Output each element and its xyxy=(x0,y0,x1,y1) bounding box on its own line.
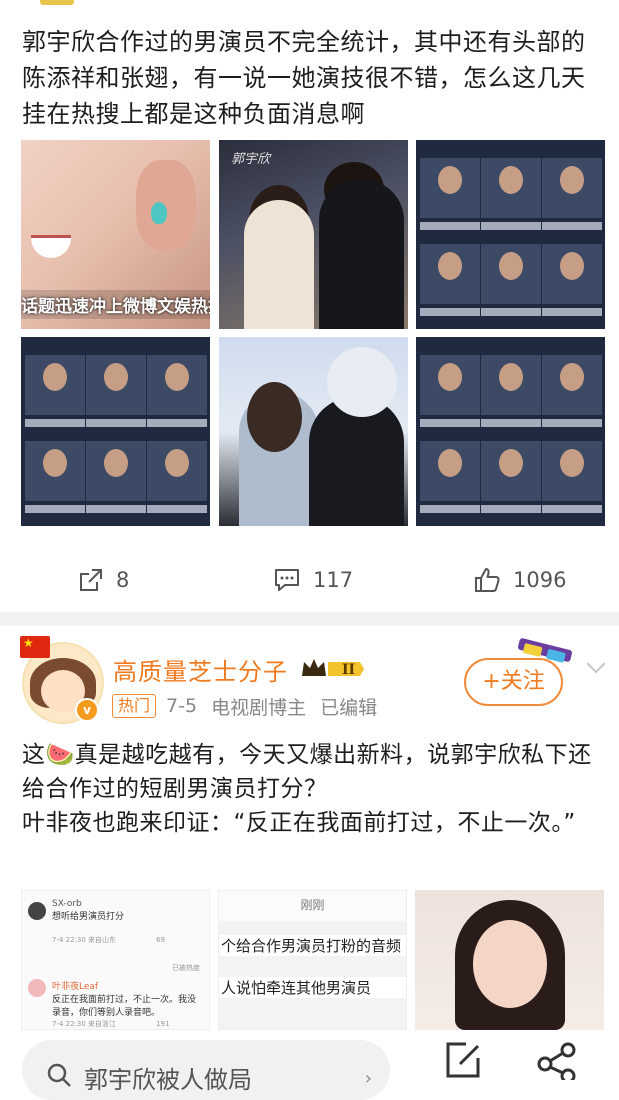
glasses-icon xyxy=(517,638,573,663)
search-icon xyxy=(47,1063,71,1087)
chevron-down-icon[interactable] xyxy=(584,660,608,676)
search-bar[interactable]: 郭宇欣被人做局 › xyxy=(22,1040,390,1100)
post-image-chat[interactable]: 刚刚 个给合作男演员打粉的音频 人说怕牵连其他男演员 xyxy=(218,890,407,1030)
earring xyxy=(151,202,167,224)
comment-likes-1: 69 xyxy=(156,936,165,944)
edit-icon[interactable] xyxy=(442,1040,484,1080)
chat-line-1: 个给合作男演员打粉的音频 xyxy=(219,935,406,956)
post-image-5[interactable] xyxy=(219,337,408,526)
image-caption: 话题迅速冲上微博文娱热搜 xyxy=(21,290,210,319)
like-button[interactable]: 1096 xyxy=(473,560,566,600)
post-image-portrait[interactable] xyxy=(415,890,604,1030)
post-image-comments[interactable]: SX-orb 想听给男演员打分 7-4 22:30 来自山东 69 已被热度 叶… xyxy=(21,890,210,1030)
share-icon[interactable] xyxy=(535,1040,579,1080)
repost-icon xyxy=(80,569,102,591)
post-image-2[interactable]: 郭宇欣 xyxy=(219,140,408,329)
post-line-2: 叶非夜也跑来印证：“反正在我面前打过，不止一次。” xyxy=(22,810,576,836)
hot-label: 已被热度 xyxy=(172,964,200,972)
post-image-1[interactable]: 话题迅速冲上微博文娱热搜 xyxy=(21,140,210,329)
repost-button[interactable]: 8 xyxy=(78,560,129,600)
post-actions: 8 117 1096 xyxy=(0,560,619,600)
post-date: 7-5 xyxy=(166,695,198,717)
hot-tag: 热门 xyxy=(112,694,157,718)
arrow-right-icon: › xyxy=(364,1068,372,1089)
level-badge: II xyxy=(342,662,355,678)
comment-user-2: 叶非夜Leaf xyxy=(52,982,99,992)
verified-badge-icon: v xyxy=(75,698,99,722)
username[interactable]: 高质量芝士分子 xyxy=(113,652,288,687)
like-count: 1096 xyxy=(513,568,567,592)
china-flag-icon xyxy=(20,636,50,658)
comment-count: 117 xyxy=(313,568,354,592)
repost-count: 8 xyxy=(116,568,130,592)
like-icon xyxy=(475,568,500,592)
image-signature: 郭宇欣 xyxy=(231,152,271,167)
post-text: 郭宇欣合作过的男演员不完全统计，其中还有头部的陈添祥和张翅，有一说一她演技很不错… xyxy=(22,28,586,128)
chat-header: 刚刚 xyxy=(219,891,406,921)
user-role: 电视剧博主 xyxy=(211,696,307,719)
post-image-6[interactable] xyxy=(416,337,605,526)
comment-time-1: 7-4 22:30 来自山东 xyxy=(52,936,117,944)
edited-label: 已编辑 xyxy=(320,696,378,719)
post-separator xyxy=(0,612,619,626)
top-indicator xyxy=(40,0,74,5)
comment-msg-1: 想听给男演员打分 xyxy=(52,912,125,922)
comment-button[interactable]: 117 xyxy=(273,560,353,600)
comment-likes-2: 191 xyxy=(156,1020,170,1028)
post-meta: 热门 7-5 电视剧博主 已编辑 xyxy=(112,693,391,719)
post-image-4[interactable] xyxy=(21,337,210,526)
comment-user-1: SX-orb xyxy=(52,899,82,909)
comment-icon xyxy=(275,569,299,591)
post-body: 这🍉真是越吃越有，今天又爆出新料，说郭宇欣私下还给合作过的短剧男演员打分？ 叶非… xyxy=(22,738,607,840)
search-text: 郭宇欣被人做局 xyxy=(84,1066,252,1094)
comment-time-2: 7-4 22:30 来自浙江 xyxy=(52,1020,117,1028)
comment-msg-2: 反正在我面前打过，不止一次。我没录音，你们等别人录音吧。 xyxy=(52,995,197,1018)
post-image-3[interactable] xyxy=(416,140,605,329)
post-line-1: 这🍉真是越吃越有，今天又爆出新料，说郭宇欣私下还给合作过的短剧男演员打分？ xyxy=(22,742,592,802)
chat-line-2: 人说怕牵连其他男演员 xyxy=(219,977,406,998)
level-crown-icon: II xyxy=(302,659,364,678)
